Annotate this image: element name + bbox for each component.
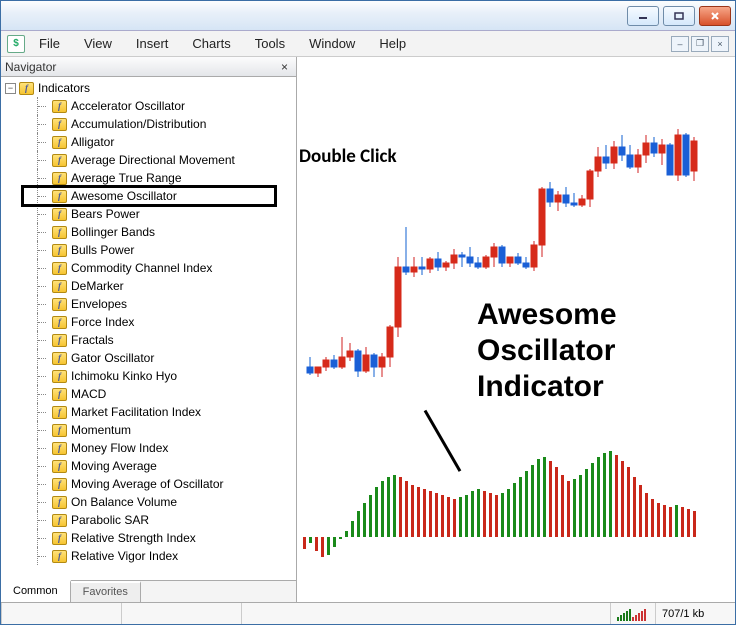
indicator-item[interactable]: fAlligator [5, 133, 296, 151]
indicator-icon: f [52, 190, 67, 203]
menu-help[interactable]: Help [369, 34, 416, 53]
connection-status-text: 707/1 kb [655, 603, 735, 624]
chart-area[interactable]: Double Click AwesomeOscillatorIndicator [297, 57, 735, 602]
tree-collapse-icon[interactable]: − [5, 83, 16, 94]
menu-charts[interactable]: Charts [182, 34, 240, 53]
navigator-title: Navigator [5, 60, 56, 74]
window-maximize-button[interactable] [663, 6, 695, 26]
indicator-icon: f [52, 442, 67, 455]
indicator-icon: f [52, 352, 67, 365]
indicators-root-label[interactable]: Indicators [38, 81, 90, 95]
indicator-item[interactable]: fOn Balance Volume [5, 493, 296, 511]
indicator-icon: f [52, 532, 67, 545]
indicator-icon: f [52, 118, 67, 131]
indicator-item[interactable]: fAverage True Range [5, 169, 296, 187]
indicator-icon: f [52, 316, 67, 329]
indicator-icon: f [52, 136, 67, 149]
navigator-titlebar: Navigator × [1, 57, 296, 77]
indicator-item[interactable]: fEnvelopes [5, 295, 296, 313]
indicator-icon: f [52, 388, 67, 401]
indicator-icon: f [52, 424, 67, 437]
indicator-item[interactable]: fAwesome Oscillator [5, 187, 296, 205]
indicator-icon: f [52, 100, 67, 113]
indicator-item[interactable]: fFractals [5, 331, 296, 349]
menubar: $ FileViewInsertChartsToolsWindowHelp – … [1, 31, 735, 57]
indicator-item[interactable]: fRelative Strength Index [5, 529, 296, 547]
indicator-item[interactable]: fBulls Power [5, 241, 296, 259]
annotation-double-click: Double Click [299, 145, 397, 168]
window-close-button[interactable] [699, 6, 731, 26]
indicator-item[interactable]: fRelative Vigor Index [5, 547, 296, 565]
indicator-item[interactable]: fAccumulation/Distribution [5, 115, 296, 133]
indicator-item[interactable]: fMoving Average [5, 457, 296, 475]
indicator-item[interactable]: fAverage Directional Movement [5, 151, 296, 169]
indicator-folder-icon: f [19, 82, 34, 95]
client-area: Navigator × −fIndicatorsfAccelerator Osc… [1, 57, 735, 602]
indicator-item[interactable]: fAccelerator Oscillator [5, 97, 296, 115]
indicator-icon: f [52, 172, 67, 185]
navigator-pane: Navigator × −fIndicatorsfAccelerator Osc… [1, 57, 297, 602]
mdi-restore-button[interactable]: ❐ [691, 36, 709, 52]
indicator-icon: f [52, 262, 67, 275]
indicator-icon: f [52, 154, 67, 167]
navigator-close-button[interactable]: × [277, 60, 292, 74]
indicator-item[interactable]: fMoney Flow Index [5, 439, 296, 457]
indicator-icon: f [52, 280, 67, 293]
indicator-icon: f [52, 226, 67, 239]
indicator-icon: f [52, 514, 67, 527]
annotation-indicator-title: AwesomeOscillatorIndicator [477, 297, 617, 405]
application-window: $ FileViewInsertChartsToolsWindowHelp – … [0, 0, 736, 625]
indicator-item[interactable]: fGator Oscillator [5, 349, 296, 367]
indicator-item[interactable]: fIchimoku Kinko Hyo [5, 367, 296, 385]
menu-window[interactable]: Window [299, 34, 365, 53]
connection-status-icon [610, 603, 655, 624]
indicator-item[interactable]: fMomentum [5, 421, 296, 439]
indicator-item[interactable]: fDeMarker [5, 277, 296, 295]
indicator-icon: f [52, 298, 67, 311]
indicator-item[interactable]: fForce Index [5, 313, 296, 331]
indicator-item[interactable]: fCommodity Channel Index [5, 259, 296, 277]
indicator-item[interactable]: fMoving Average of Oscillator [5, 475, 296, 493]
indicator-icon: f [52, 496, 67, 509]
indicator-item[interactable]: fParabolic SAR [5, 511, 296, 529]
menu-view[interactable]: View [74, 34, 122, 53]
indicator-icon: f [52, 370, 67, 383]
window-minimize-button[interactable] [627, 6, 659, 26]
menu-file[interactable]: File [29, 34, 70, 53]
indicator-item[interactable]: fMarket Facilitation Index [5, 403, 296, 421]
menu-tools[interactable]: Tools [245, 34, 295, 53]
indicator-icon: f [52, 460, 67, 473]
window-titlebar [1, 1, 735, 31]
indicator-icon: f [52, 406, 67, 419]
indicator-icon: f [52, 244, 67, 257]
statusbar: 707/1 kb [1, 602, 735, 624]
navigator-tab-common[interactable]: Common [1, 580, 71, 602]
navigator-tab-favorites[interactable]: Favorites [71, 581, 141, 602]
indicator-icon: f [52, 550, 67, 563]
menu-insert[interactable]: Insert [126, 34, 179, 53]
indicator-icon: f [52, 334, 67, 347]
navigator-tabs: CommonFavorites [1, 580, 296, 602]
indicator-icon: f [52, 478, 67, 491]
indicator-item[interactable]: fBollinger Bands [5, 223, 296, 241]
app-icon: $ [7, 35, 25, 53]
navigator-tree[interactable]: −fIndicatorsfAccelerator OscillatorfAccu… [1, 77, 296, 580]
mdi-close-button[interactable]: × [711, 36, 729, 52]
indicator-item[interactable]: fMACD [5, 385, 296, 403]
indicator-icon: f [52, 208, 67, 221]
mdi-minimize-button[interactable]: – [671, 36, 689, 52]
indicator-item[interactable]: fBears Power [5, 205, 296, 223]
